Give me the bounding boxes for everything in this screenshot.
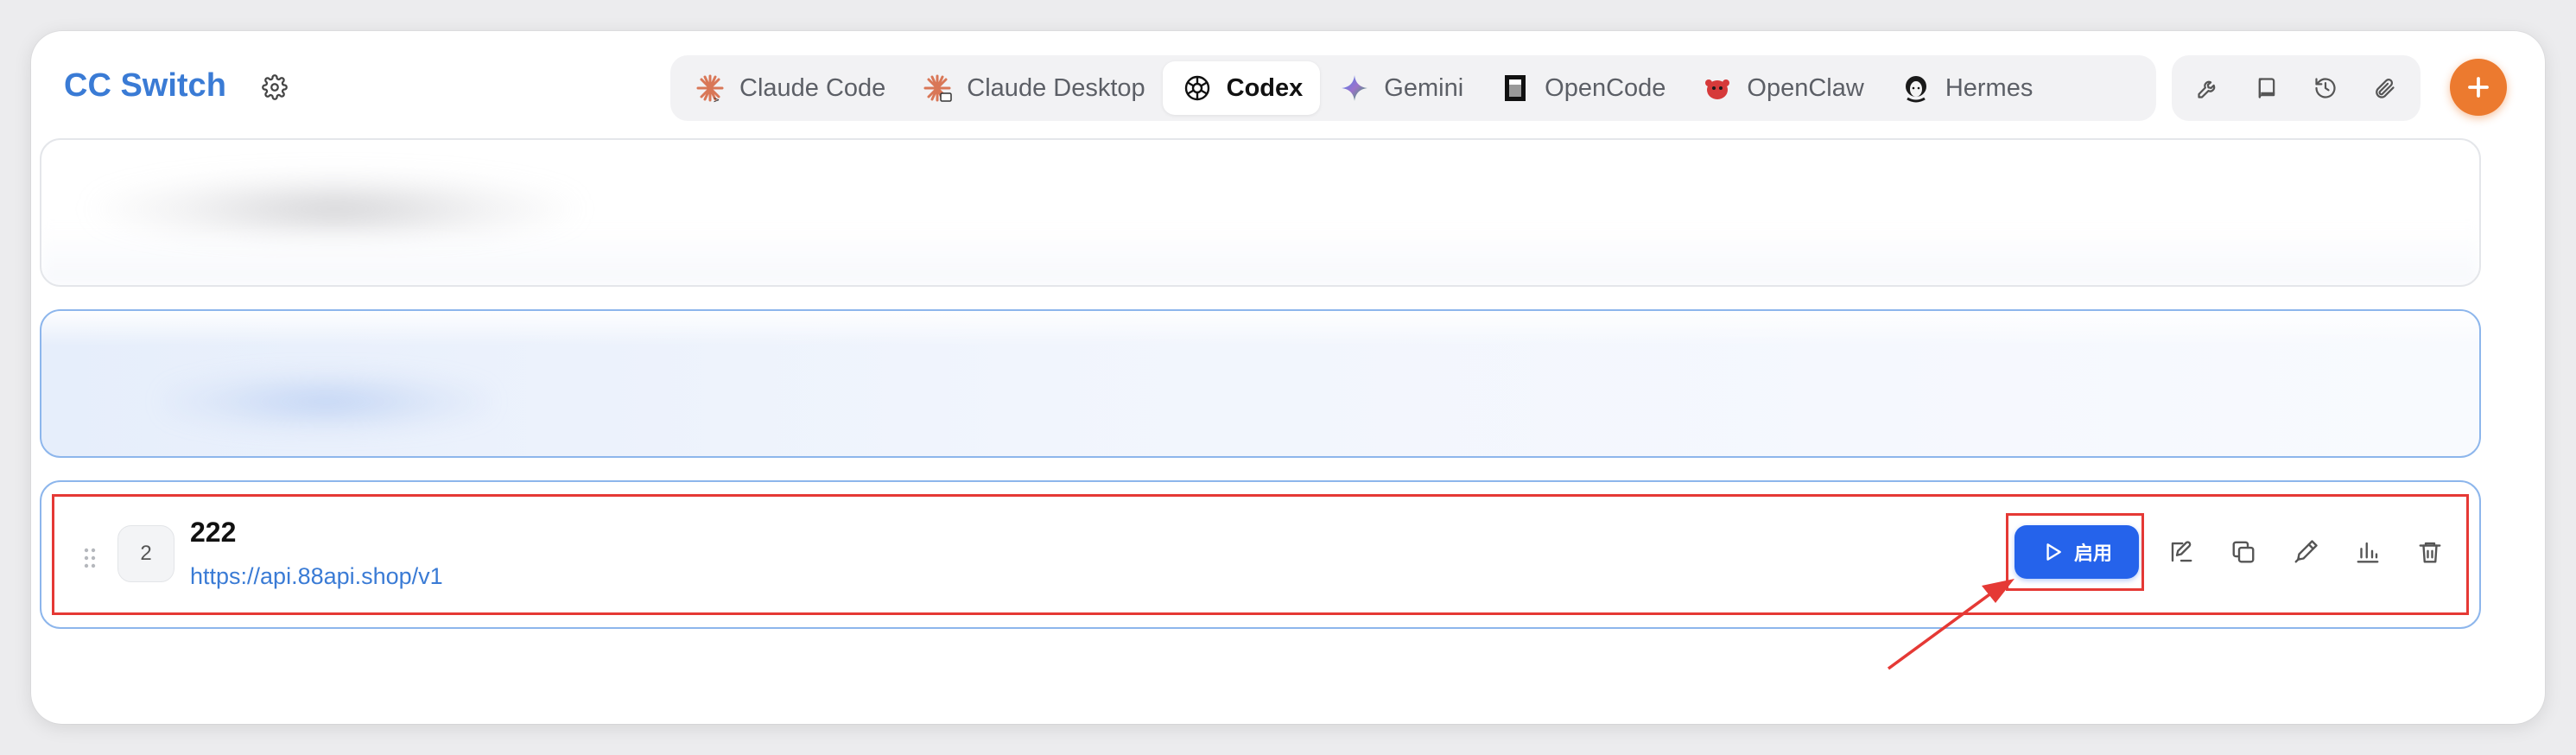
provider-index-badge: 2 (117, 525, 174, 582)
add-provider-button[interactable] (2450, 59, 2507, 116)
codex-icon (1180, 71, 1215, 105)
gemini-icon (1337, 71, 1372, 105)
tab-claude-code[interactable]: >_ Claude Code (676, 61, 903, 115)
provider-url[interactable]: https://api.88api.shop/v1 (190, 563, 443, 590)
card-fade (41, 311, 2479, 346)
usage-button[interactable] (2346, 530, 2389, 574)
usage-chart-icon (2357, 542, 2379, 563)
test-button[interactable] (2284, 530, 2327, 574)
tab-codex[interactable]: Codex (1162, 61, 1321, 115)
blurred-content (162, 371, 491, 432)
settings-button[interactable] (257, 70, 292, 105)
annotation-arrow (1887, 579, 2014, 670)
tab-label: Hermes (1945, 73, 2034, 102)
drag-handle[interactable] (76, 541, 104, 575)
tab-gemini[interactable]: Gemini (1320, 61, 1481, 115)
tools-button[interactable] (2187, 67, 2229, 109)
history-button[interactable] (2305, 67, 2346, 109)
openclaw-icon (1700, 71, 1735, 105)
docs-button[interactable] (2246, 67, 2287, 109)
tab-opencode[interactable]: OpenCode (1481, 61, 1683, 115)
test-icon (2294, 540, 2318, 563)
gear-icon (262, 74, 288, 100)
tab-label: Gemini (1384, 73, 1464, 102)
tab-claude-desktop[interactable]: Claude Desktop (903, 61, 1162, 115)
tab-label: Claude Code (739, 73, 886, 102)
duplicate-icon (2232, 541, 2255, 563)
provider-card-blurred-active[interactable] (40, 309, 2481, 458)
tab-openclaw[interactable]: OpenClaw (1683, 61, 1881, 115)
grip-icon (84, 548, 96, 568)
duplicate-button[interactable] (2222, 530, 2265, 574)
tab-label: Claude Desktop (967, 73, 1145, 102)
tab-label: Codex (1226, 73, 1304, 102)
delete-icon (2419, 542, 2441, 563)
tab-label: OpenCode (1545, 73, 1666, 102)
claude-code-icon: >_ (693, 71, 727, 105)
delete-button[interactable] (2408, 530, 2452, 574)
play-icon (2046, 543, 2061, 561)
tab-label: OpenClaw (1747, 73, 1864, 102)
app-tabs: >_ Claude Code Claude Desktop Codex Gemi… (670, 55, 2156, 121)
svg-text:>_: >_ (714, 94, 726, 104)
paperclip-icon (2376, 79, 2395, 98)
edit-icon (2171, 541, 2192, 562)
tab-hermes[interactable]: Hermes (1881, 61, 2051, 115)
plus-icon (2468, 77, 2489, 98)
enable-button[interactable]: 启用 (2014, 525, 2139, 579)
provider-card-blurred[interactable] (40, 138, 2481, 287)
enable-label: 启用 (2073, 542, 2112, 564)
provider-actions (2160, 530, 2452, 574)
hermes-icon (1899, 71, 1933, 105)
provider-name: 222 (190, 517, 237, 548)
attach-button[interactable] (2363, 67, 2405, 109)
opencode-icon (1498, 71, 1532, 105)
wrench-icon (2198, 80, 2216, 98)
toolbar (2172, 55, 2421, 121)
book-icon (2258, 78, 2275, 98)
app-title: CC Switch (64, 67, 226, 104)
card-fade (41, 225, 2479, 285)
edit-button[interactable] (2160, 530, 2203, 574)
claude-desktop-icon (920, 71, 955, 105)
history-icon (2315, 78, 2336, 98)
